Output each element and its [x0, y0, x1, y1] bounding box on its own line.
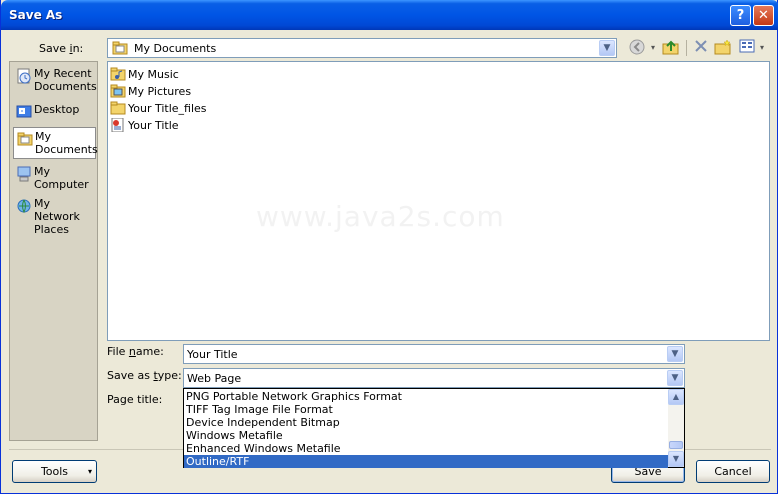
place-my-computer[interactable]: My Computer [13, 163, 96, 195]
close-button[interactable]: ✕ [753, 5, 774, 26]
scroll-up-icon[interactable]: ▲ [668, 389, 684, 405]
place-my-network-places[interactable]: My Network Places [13, 195, 96, 236]
chevron-down-icon[interactable]: ▼ [599, 40, 615, 56]
views-menu-icon[interactable] [737, 39, 757, 57]
my-documents-icon [112, 41, 128, 55]
file-list[interactable]: www.java2s.com My Music My Pictures Your… [107, 61, 770, 341]
pictures-folder-icon [110, 84, 126, 98]
save-as-dialog: Save As ? ✕ Save in: My Documents ▼ ▾ ▾ … [0, 0, 778, 494]
type-option[interactable]: PNG Portable Network Graphics Format [184, 390, 668, 403]
save-as-type-list[interactable]: PNG Portable Network Graphics Format TIF… [183, 388, 685, 468]
my-documents-icon [17, 131, 33, 147]
type-option[interactable]: TIFF Tag Image File Format [184, 403, 668, 416]
save-in-value: My Documents [134, 42, 217, 55]
type-option-selected[interactable]: Outline/RTF [184, 455, 668, 468]
chevron-down-icon[interactable]: ▼ [667, 370, 683, 386]
window-title: Save As [9, 8, 63, 22]
back-icon[interactable] [627, 39, 647, 57]
scroll-thumb[interactable] [669, 441, 683, 449]
watermark-text: www.java2s.com [256, 200, 505, 233]
web-page-icon [110, 117, 126, 133]
new-folder-icon[interactable] [713, 39, 733, 57]
title-bar: Save As ? ✕ [1, 0, 778, 30]
save-in-dropdown[interactable]: My Documents ▼ [107, 38, 617, 58]
tools-button[interactable]: Tools ▾ [12, 460, 97, 483]
page-title-label: Page title: [107, 393, 163, 406]
type-option[interactable]: Device Independent Bitmap [184, 416, 668, 429]
place-my-recent-documents[interactable]: My Recent Documents [13, 65, 97, 97]
toolbar-divider [686, 40, 687, 56]
file-name-field[interactable]: Your Title ▼ [183, 344, 685, 364]
help-button[interactable]: ? [730, 5, 751, 26]
chevron-down-icon[interactable]: ▼ [667, 346, 683, 362]
dropdown-scrollbar[interactable]: ▲ ▼ [668, 389, 684, 467]
type-option[interactable]: Windows Metafile [184, 429, 668, 442]
music-folder-icon [110, 67, 126, 81]
back-dropdown-icon[interactable]: ▾ [647, 39, 659, 57]
cancel-button[interactable]: Cancel [696, 460, 770, 483]
desktop-icon [16, 104, 32, 120]
chevron-down-icon: ▾ [87, 467, 92, 476]
my-computer-icon [16, 166, 32, 182]
folder-icon [110, 101, 126, 115]
save-as-type-dropdown[interactable]: Web Page ▼ [183, 368, 685, 388]
recent-documents-icon [16, 68, 32, 84]
type-option[interactable]: Enhanced Windows Metafile [184, 442, 668, 455]
scroll-down-icon[interactable]: ▼ [668, 451, 684, 467]
up-folder-icon[interactable] [661, 39, 681, 57]
save-in-label: Save in: [39, 42, 84, 55]
file-name-label: File name: [107, 345, 164, 358]
network-places-icon [16, 198, 32, 214]
delete-icon[interactable] [691, 39, 711, 57]
views-dropdown-icon[interactable]: ▾ [757, 39, 767, 57]
place-my-documents[interactable]: My Documents [13, 127, 98, 159]
places-bar: My Recent Documents Desktop My Documents… [9, 61, 98, 441]
save-as-type-label: Save as type: [107, 369, 182, 382]
